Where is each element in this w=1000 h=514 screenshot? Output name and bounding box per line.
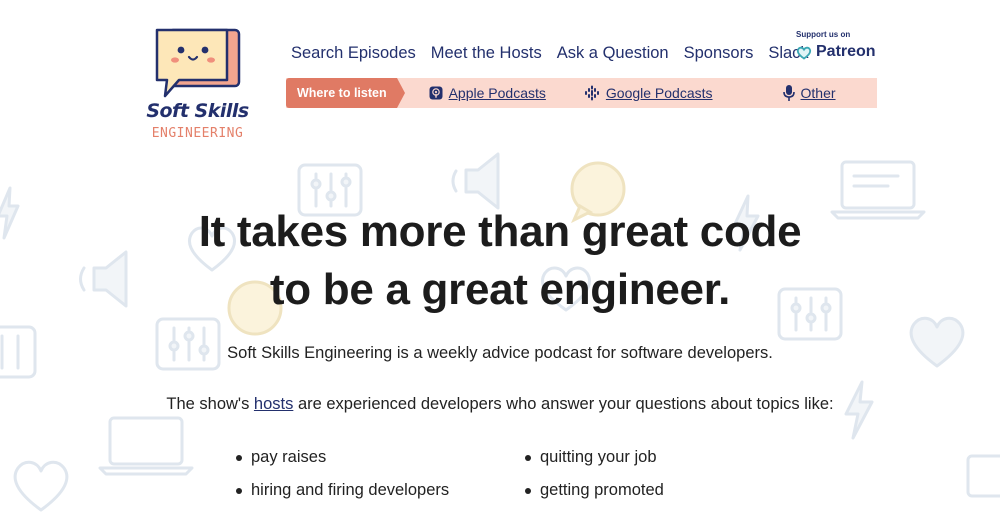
list-item: quitting your job [525,441,664,474]
bullet [236,487,242,494]
hosts-sentence-after: are experienced developers who answer yo… [293,395,834,413]
list-item: hiring and firing developers [236,474,449,507]
topics-list-right: quitting your job getting promoted [525,441,664,507]
hero-headline-line-1: It takes more than great code [198,207,802,256]
hero-headline: It takes more than great code to be a gr… [0,203,1000,319]
hero-description: Soft Skills Engineering is a weekly advi… [227,344,773,362]
nav-sponsors[interactable]: Sponsors [684,44,754,63]
google-podcasts-icon [584,85,599,101]
topic-label: quitting your job [540,448,657,466]
bullet [525,487,531,494]
other-podcasts-link[interactable]: Other [782,84,836,102]
apple-podcasts-icon [429,86,443,100]
site-logo[interactable]: Soft Skills ENGINEERING [145,26,250,142]
hero-headline-line-2: to be a great engineer. [269,265,731,314]
apple-podcasts-label: Apple Podcasts [448,85,546,101]
bullet [236,454,242,461]
google-podcasts-label: Google Podcasts [605,85,713,101]
patreon-label: Patreon [816,43,876,60]
topic-label: hiring and firing developers [251,481,450,499]
patreon-support-label: Support us on [796,30,851,39]
heart-outline-icon [796,46,812,60]
main-nav: Search Episodes Meet the Hosts Ask a Que… [291,44,824,63]
microphone-icon [782,85,795,101]
topic-label: getting promoted [540,481,664,499]
list-item: pay raises [236,441,449,474]
other-podcasts-label: Other [800,85,836,101]
nav-search-episodes[interactable]: Search Episodes [291,44,416,63]
topic-label: pay raises [251,448,327,466]
hosts-link[interactable]: hosts [254,395,293,413]
bullet [525,454,531,461]
hero-hosts-sentence: The show's hosts are experienced develop… [0,395,1000,414]
list-item: getting promoted [525,474,664,507]
topics-list-left: pay raises hiring and firing developers [236,441,449,507]
where-to-listen-bar: Where to listen Apple Podcasts Google Po… [286,78,877,108]
apple-podcasts-link[interactable]: Apple Podcasts [429,85,546,101]
nav-ask-a-question[interactable]: Ask a Question [557,44,669,63]
patreon-link[interactable]: Support us on Patreon [796,30,876,61]
where-to-listen-tag: Where to listen [286,78,405,108]
hosts-sentence-before: The show's [166,395,254,413]
logo-title: Soft Skills [146,100,249,122]
logo-subtitle: ENGINEERING [151,126,244,141]
smiling-chat-bubble-logo-icon [155,28,241,98]
google-podcasts-link[interactable]: Google Podcasts [584,85,713,101]
nav-meet-the-hosts[interactable]: Meet the Hosts [431,44,542,63]
